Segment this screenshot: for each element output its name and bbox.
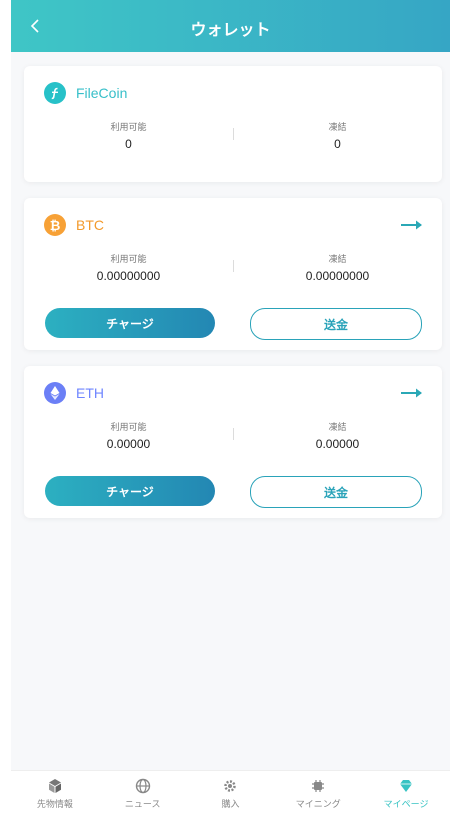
globe-icon bbox=[134, 777, 152, 795]
balances: 利用可能 0.00000 凍結 0.00000 bbox=[24, 420, 442, 460]
divider bbox=[233, 128, 234, 140]
wallet-list: FileCoin 利用可能 0 凍結 0 ₿ BTC 利用可能 0.000000… bbox=[11, 52, 450, 518]
balances: 利用可能 0 凍結 0 bbox=[24, 120, 442, 160]
available-column: 利用可能 0.00000 bbox=[24, 420, 233, 451]
coin-name: FileCoin bbox=[76, 85, 128, 101]
frozen-column: 凍結 0 bbox=[233, 120, 442, 151]
tab-label: マイニング bbox=[295, 798, 341, 809]
frozen-label: 凍結 bbox=[328, 422, 347, 432]
ethereum-icon bbox=[44, 382, 66, 404]
chip-icon bbox=[309, 777, 327, 795]
frozen-label: 凍結 bbox=[328, 122, 347, 132]
available-value: 0 bbox=[125, 137, 132, 151]
cube-icon bbox=[46, 777, 64, 795]
tab-futures[interactable]: 先物情報 bbox=[11, 771, 99, 815]
frozen-value: 0.00000 bbox=[315, 437, 360, 451]
charge-button[interactable]: チャージ bbox=[45, 308, 215, 338]
arrow-right-icon bbox=[401, 220, 422, 230]
detail-arrow-button[interactable] bbox=[400, 218, 424, 232]
detail-arrow-button[interactable] bbox=[400, 386, 424, 400]
actions: チャージ 送金 bbox=[24, 460, 442, 524]
available-label: 利用可能 bbox=[110, 254, 147, 264]
gear-icon bbox=[221, 777, 239, 795]
available-label: 利用可能 bbox=[110, 422, 147, 432]
tab-purchase[interactable]: 購入 bbox=[187, 771, 275, 815]
balances: 利用可能 0.00000000 凍結 0.00000000 bbox=[24, 252, 442, 292]
header: ウォレット bbox=[11, 0, 450, 52]
wallet-card-eth: ETH 利用可能 0.00000 凍結 0.00000 チャージ 送金 bbox=[24, 366, 442, 518]
tab-mypage[interactable]: マイページ bbox=[362, 771, 450, 815]
frozen-column: 凍結 0.00000 bbox=[233, 420, 442, 451]
send-button[interactable]: 送金 bbox=[250, 308, 422, 340]
frozen-label: 凍結 bbox=[328, 254, 347, 264]
tab-label: 購入 bbox=[221, 798, 240, 809]
wallet-card-btc: ₿ BTC 利用可能 0.00000000 凍結 0.00000000 チャージ… bbox=[24, 198, 442, 350]
wallet-card-header: ₿ BTC bbox=[24, 198, 442, 252]
diamond-icon bbox=[397, 777, 415, 795]
tab-label: 先物情報 bbox=[36, 798, 73, 809]
available-column: 利用可能 0 bbox=[24, 120, 233, 151]
coin-name: ETH bbox=[76, 385, 104, 401]
tab-label: ニュース bbox=[124, 798, 161, 809]
wallet-card-header: FileCoin bbox=[24, 66, 442, 120]
page-title: ウォレット bbox=[190, 22, 271, 39]
tab-news[interactable]: ニュース bbox=[99, 771, 187, 815]
send-button[interactable]: 送金 bbox=[250, 476, 422, 508]
divider bbox=[233, 260, 234, 272]
bitcoin-icon: ₿ bbox=[44, 214, 66, 236]
divider bbox=[233, 428, 234, 440]
filecoin-icon bbox=[44, 82, 66, 104]
arrow-right-icon bbox=[401, 388, 422, 398]
frozen-value: 0 bbox=[334, 137, 341, 151]
wallet-card-filecoin: FileCoin 利用可能 0 凍結 0 bbox=[24, 66, 442, 182]
charge-button[interactable]: チャージ bbox=[45, 476, 215, 506]
tab-mining[interactable]: マイニング bbox=[274, 771, 362, 815]
frozen-value: 0.00000000 bbox=[305, 269, 370, 283]
available-label: 利用可能 bbox=[110, 122, 147, 132]
bottom-tab-bar: 先物情報 ニュース 購入 マイニング マイページ bbox=[11, 770, 450, 815]
available-value: 0.00000000 bbox=[96, 269, 161, 283]
available-column: 利用可能 0.00000000 bbox=[24, 252, 233, 283]
wallet-app: ウォレット FileCoin 利用可能 0 凍結 0 ₿ BTC 利用可能 0.… bbox=[11, 0, 450, 815]
frozen-column: 凍結 0.00000000 bbox=[233, 252, 442, 283]
tab-label: マイページ bbox=[383, 798, 429, 809]
coin-name: BTC bbox=[76, 217, 104, 233]
actions: チャージ 送金 bbox=[24, 292, 442, 356]
available-value: 0.00000 bbox=[106, 437, 151, 451]
wallet-card-header: ETH bbox=[24, 366, 442, 420]
